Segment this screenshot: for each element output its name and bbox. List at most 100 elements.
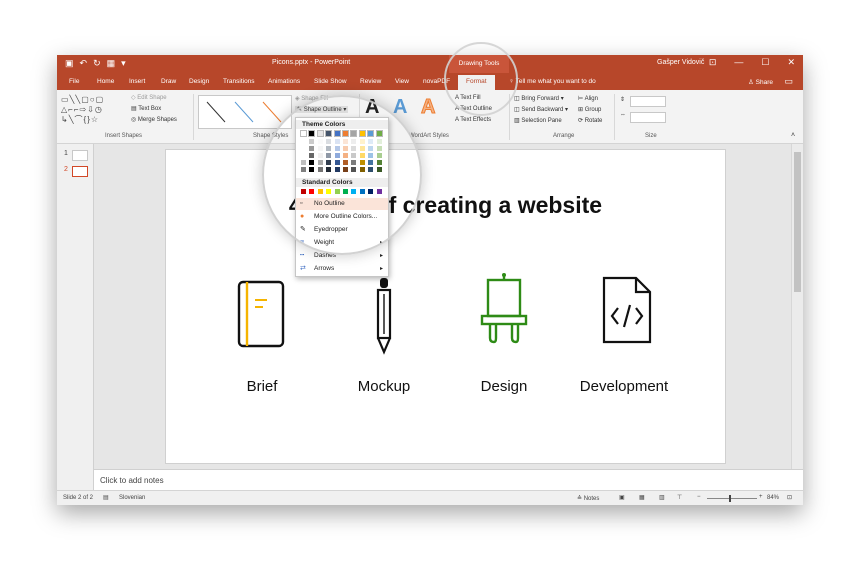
theme-shade-swatch[interactable]: [351, 153, 357, 158]
normal-view-icon[interactable]: ▣: [619, 494, 625, 501]
theme-shade-swatch[interactable]: [301, 146, 306, 151]
tab-format[interactable]: Format: [458, 75, 495, 90]
redo-icon[interactable]: ↻: [93, 58, 101, 69]
shape-width-input[interactable]: [630, 112, 666, 123]
reading-view-icon[interactable]: ▥: [659, 494, 665, 501]
theme-shade-swatch[interactable]: [309, 160, 315, 165]
spellcheck-icon[interactable]: ▤: [103, 494, 109, 501]
theme-color-swatch[interactable]: [350, 130, 358, 137]
theme-shade-swatch[interactable]: [301, 167, 306, 172]
tab-home[interactable]: Home: [97, 78, 114, 85]
theme-shade-swatch[interactable]: [368, 139, 374, 144]
theme-color-swatch[interactable]: [342, 130, 349, 137]
theme-shade-swatch[interactable]: [359, 153, 365, 158]
theme-shade-swatch[interactable]: [376, 139, 382, 144]
text-fill-button[interactable]: A Text Fill: [455, 95, 481, 101]
vertical-scrollbar[interactable]: [791, 144, 803, 469]
code-document-icon[interactable]: [596, 274, 656, 346]
tab-slide-show[interactable]: Slide Show: [314, 78, 347, 85]
zoom-in-icon[interactable]: +: [759, 494, 763, 500]
theme-shade-swatch[interactable]: [326, 167, 332, 172]
theme-shade-swatch[interactable]: [368, 153, 374, 158]
undo-icon[interactable]: ↶: [80, 58, 88, 69]
theme-shade-swatch[interactable]: [351, 160, 357, 165]
shape-styles-gallery[interactable]: [198, 95, 292, 129]
slideshow-view-icon[interactable]: ⊤: [677, 494, 682, 501]
theme-shade-swatch[interactable]: [351, 139, 357, 144]
customize-qat-icon[interactable]: ▾: [121, 58, 126, 69]
theme-shade-swatch[interactable]: [376, 160, 382, 165]
comments-icon[interactable]: ▭: [784, 76, 793, 87]
group-button[interactable]: ⊞ Group: [578, 106, 601, 113]
theme-shade-swatch[interactable]: [326, 146, 332, 151]
collapse-ribbon-icon[interactable]: ˄: [791, 132, 795, 139]
theme-shade-swatch[interactable]: [317, 160, 323, 165]
slide-title[interactable]: 4 steps of creating a website: [166, 192, 725, 219]
tab-novapdf[interactable]: novaPDF: [423, 78, 450, 85]
pencil-icon[interactable]: [354, 274, 414, 356]
label-design[interactable]: Design: [444, 378, 564, 395]
rotate-button[interactable]: ⟳ Rotate: [578, 117, 602, 124]
standard-color-swatch[interactable]: [368, 189, 374, 194]
user-name[interactable]: Gašper Vidovič: [657, 59, 704, 66]
standard-color-swatch[interactable]: [343, 189, 348, 194]
label-brief[interactable]: Brief: [202, 378, 322, 395]
theme-shade-swatch[interactable]: [376, 146, 382, 151]
label-development[interactable]: Development: [564, 378, 684, 395]
standard-color-swatch[interactable]: [309, 189, 315, 194]
align-button[interactable]: ⊨ Align: [578, 95, 598, 102]
wordart-style-2[interactable]: A: [393, 96, 407, 119]
theme-shade-swatch[interactable]: [343, 160, 348, 165]
standard-color-swatch[interactable]: [351, 189, 357, 194]
theme-color-swatch[interactable]: [308, 130, 316, 137]
theme-shade-swatch[interactable]: [351, 146, 357, 151]
merge-shapes-button[interactable]: ◎ Merge Shapes: [131, 116, 177, 123]
wordart-style-3[interactable]: A: [420, 96, 435, 119]
theme-shade-swatch[interactable]: [343, 153, 348, 158]
theme-shade-swatch[interactable]: [326, 153, 332, 158]
slide-thumbnail-2[interactable]: [72, 166, 88, 177]
theme-shade-swatch[interactable]: [359, 146, 365, 151]
brief-icon[interactable]: [231, 278, 291, 350]
theme-shade-swatch[interactable]: [309, 153, 315, 158]
send-backward-button[interactable]: ◫ Send Backward ▾: [514, 106, 568, 113]
theme-shade-swatch[interactable]: [343, 139, 348, 144]
text-box-button[interactable]: ▤ Text Box: [131, 105, 161, 112]
start-presentation-icon[interactable]: ▦: [107, 58, 116, 69]
theme-color-swatch[interactable]: [325, 130, 333, 137]
theme-shade-swatch[interactable]: [334, 160, 340, 165]
theme-shade-swatch[interactable]: [334, 146, 340, 151]
dashes-item[interactable]: ┅ Dashes ▸: [296, 250, 388, 262]
theme-color-swatch[interactable]: [316, 130, 324, 137]
theme-shade-swatch[interactable]: [359, 139, 365, 144]
theme-shade-swatch[interactable]: [301, 153, 306, 158]
restore-button[interactable]: ☐: [761, 57, 769, 68]
theme-shade-swatch[interactable]: [359, 160, 365, 165]
theme-shade-swatch[interactable]: [317, 153, 323, 158]
theme-shade-swatch[interactable]: [309, 146, 315, 151]
slide-sorter-icon[interactable]: ▦: [639, 494, 645, 501]
wordart-style-1[interactable]: A: [365, 96, 379, 119]
tab-insert[interactable]: Insert: [129, 78, 145, 85]
ribbon-display-icon[interactable]: ⊡: [709, 57, 717, 68]
theme-shade-swatch[interactable]: [351, 167, 357, 172]
theme-shade-swatch[interactable]: [317, 139, 323, 144]
tab-draw[interactable]: Draw: [161, 78, 176, 85]
scrollbar-thumb[interactable]: [794, 152, 801, 292]
theme-shade-swatch[interactable]: [317, 167, 323, 172]
theme-shade-swatch[interactable]: [368, 146, 374, 151]
theme-shade-swatch[interactable]: [334, 139, 340, 144]
theme-shade-swatch[interactable]: [343, 146, 348, 151]
close-button[interactable]: ✕: [787, 57, 795, 68]
selection-pane-button[interactable]: ▥ Selection Pane: [514, 117, 562, 124]
slide-thumbnail-1[interactable]: [72, 150, 88, 161]
theme-shade-swatch[interactable]: [343, 167, 348, 172]
fit-to-window-icon[interactable]: ⊡: [787, 494, 792, 501]
theme-shade-swatch[interactable]: [309, 139, 315, 144]
zoom-out-icon[interactable]: −: [697, 494, 701, 500]
theme-shade-swatch[interactable]: [326, 160, 332, 165]
shape-fill-button[interactable]: ◈ Shape Fill: [295, 95, 328, 102]
zoom-slider-thumb[interactable]: [729, 495, 731, 502]
tell-me-search[interactable]: ♀ Tell me what you want to do: [509, 78, 596, 85]
weight-item[interactable]: ≡ Weight ▸: [296, 237, 388, 249]
